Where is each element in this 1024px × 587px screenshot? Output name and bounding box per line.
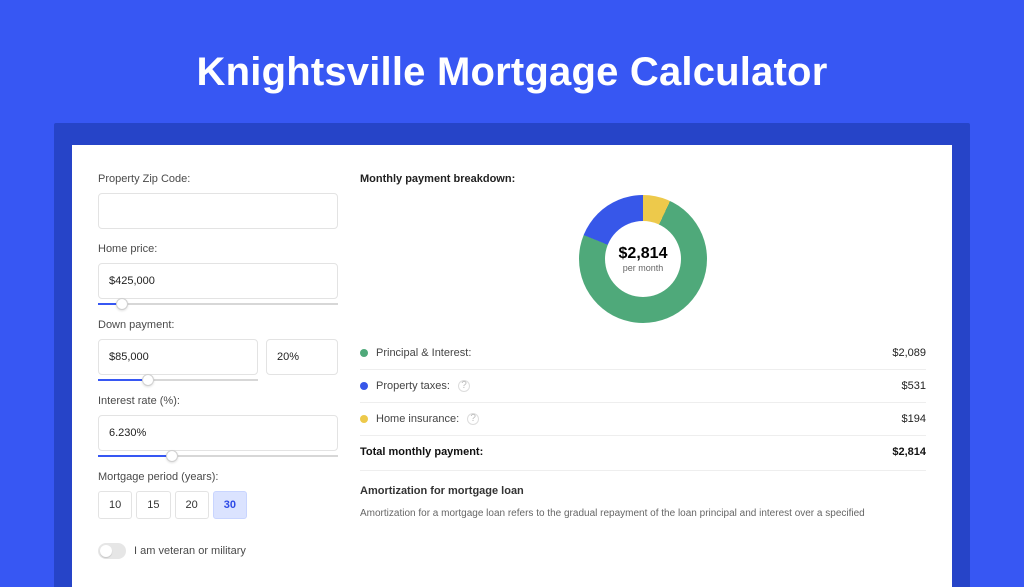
info-icon[interactable]: ?	[458, 380, 470, 392]
legend-row-insurance: Home insurance: ? $194	[360, 403, 926, 436]
down-payment-input[interactable]	[98, 339, 258, 375]
field-interest: Interest rate (%):	[98, 395, 338, 457]
period-10-button[interactable]: 10	[98, 491, 132, 519]
legend-value: $531	[902, 380, 926, 392]
down-payment-pct-input[interactable]	[266, 339, 338, 375]
down-payment-label: Down payment:	[98, 319, 338, 331]
slider-thumb[interactable]	[166, 450, 178, 462]
legend-name: Home insurance:	[376, 413, 459, 425]
period-label: Mortgage period (years):	[98, 471, 338, 483]
veteran-row: I am veteran or military	[98, 543, 338, 559]
field-down-payment: Down payment:	[98, 319, 338, 381]
donut-ring: $2,814 per month	[579, 195, 707, 323]
zip-label: Property Zip Code:	[98, 173, 338, 185]
home-price-label: Home price:	[98, 243, 338, 255]
zip-input[interactable]	[98, 193, 338, 229]
legend: Principal & Interest: $2,089 Property ta…	[360, 337, 926, 464]
amort-title: Amortization for mortgage loan	[360, 485, 926, 497]
donut-sub: per month	[619, 263, 668, 273]
amort-text: Amortization for a mortgage loan refers …	[360, 507, 926, 521]
period-20-button[interactable]: 20	[175, 491, 209, 519]
legend-row-taxes: Property taxes: ? $531	[360, 370, 926, 403]
dot-icon	[360, 382, 368, 390]
period-options: 10 15 20 30	[98, 491, 338, 519]
legend-row-total: Total monthly payment: $2,814	[360, 436, 926, 464]
interest-slider[interactable]	[98, 455, 338, 457]
legend-name: Principal & Interest:	[376, 347, 471, 359]
legend-value: $194	[902, 413, 926, 425]
legend-value: $2,089	[892, 347, 926, 359]
period-15-button[interactable]: 15	[136, 491, 170, 519]
period-30-button[interactable]: 30	[213, 491, 247, 519]
info-icon[interactable]: ?	[467, 413, 479, 425]
slider-thumb[interactable]	[116, 298, 128, 310]
interest-input[interactable]	[98, 415, 338, 451]
legend-name: Property taxes:	[376, 380, 450, 392]
breakdown-panel: Monthly payment breakdown: $2,814 per mo…	[360, 173, 926, 559]
legend-row-principal: Principal & Interest: $2,089	[360, 337, 926, 370]
page-title: Knightsville Mortgage Calculator	[54, 50, 970, 95]
divider	[360, 470, 926, 471]
field-home-price: Home price:	[98, 243, 338, 305]
dot-icon	[360, 415, 368, 423]
down-payment-slider[interactable]	[98, 379, 258, 381]
field-zip: Property Zip Code:	[98, 173, 338, 229]
slider-thumb[interactable]	[142, 374, 154, 386]
donut-chart: $2,814 per month	[360, 195, 926, 323]
home-price-input[interactable]	[98, 263, 338, 299]
total-value: $2,814	[892, 446, 926, 458]
form-panel: Property Zip Code: Home price: Down paym…	[98, 173, 338, 559]
home-price-slider[interactable]	[98, 303, 338, 305]
total-label: Total monthly payment:	[360, 446, 483, 458]
calculator-card: Property Zip Code: Home price: Down paym…	[72, 145, 952, 587]
interest-label: Interest rate (%):	[98, 395, 338, 407]
donut-total: $2,814	[619, 245, 668, 263]
dot-icon	[360, 349, 368, 357]
breakdown-title: Monthly payment breakdown:	[360, 173, 926, 185]
veteran-toggle[interactable]	[98, 543, 126, 559]
veteran-label: I am veteran or military	[134, 545, 246, 557]
calculator-banner: Property Zip Code: Home price: Down paym…	[54, 123, 970, 587]
